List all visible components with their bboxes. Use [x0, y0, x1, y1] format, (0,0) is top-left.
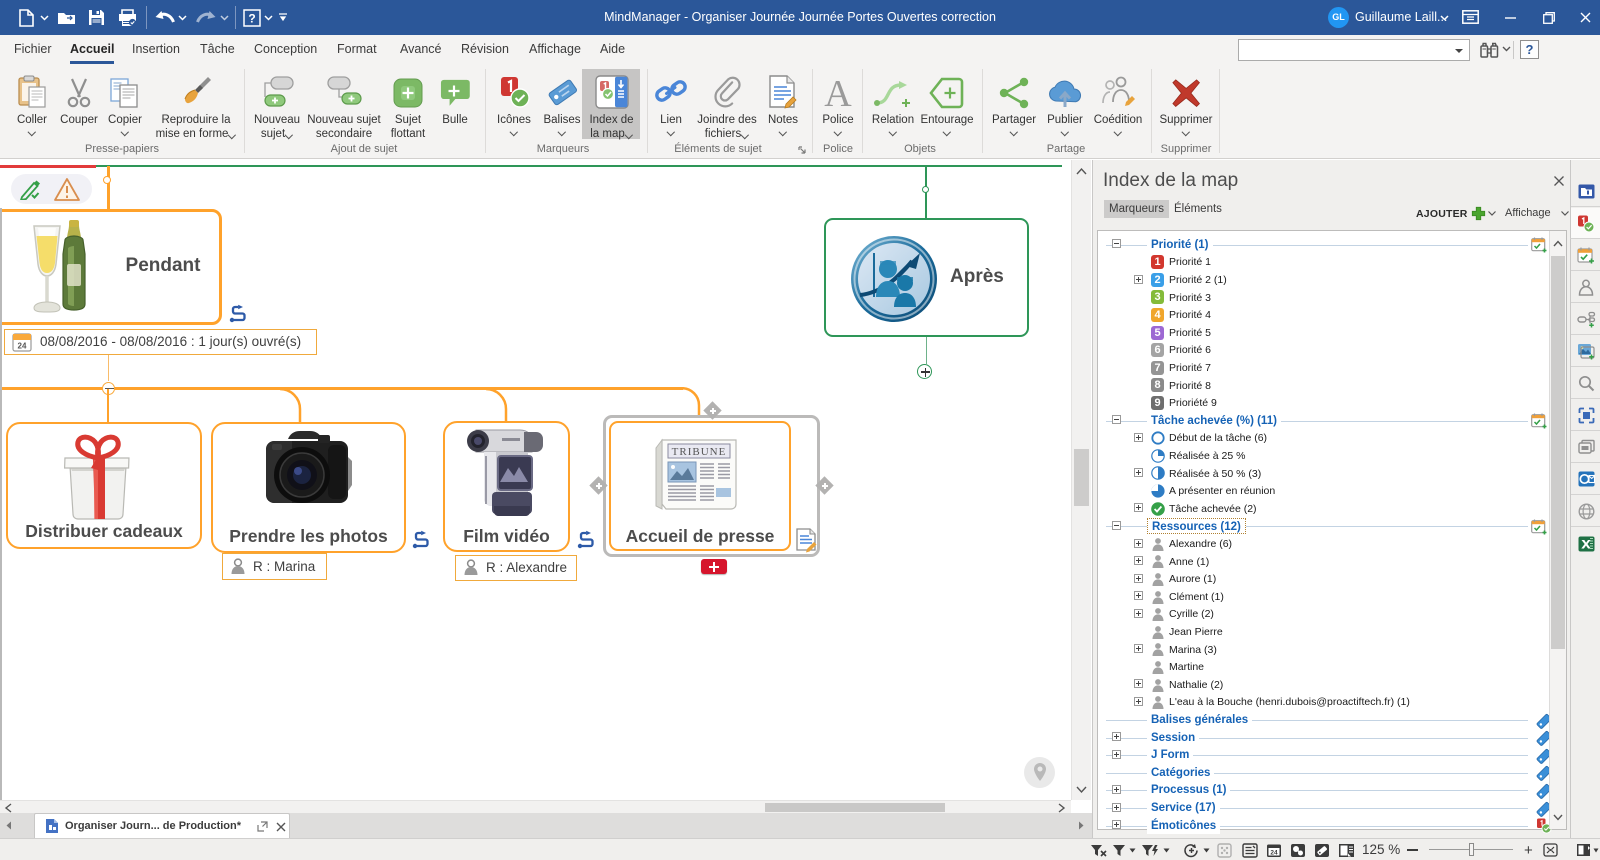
svg-text:24: 24: [1270, 850, 1278, 857]
svg-text:TRIBUNE: TRIBUNE: [672, 446, 727, 458]
svg-text:A: A: [824, 75, 852, 109]
svg-text:24: 24: [18, 342, 27, 351]
svg-text:?: ?: [248, 12, 255, 26]
